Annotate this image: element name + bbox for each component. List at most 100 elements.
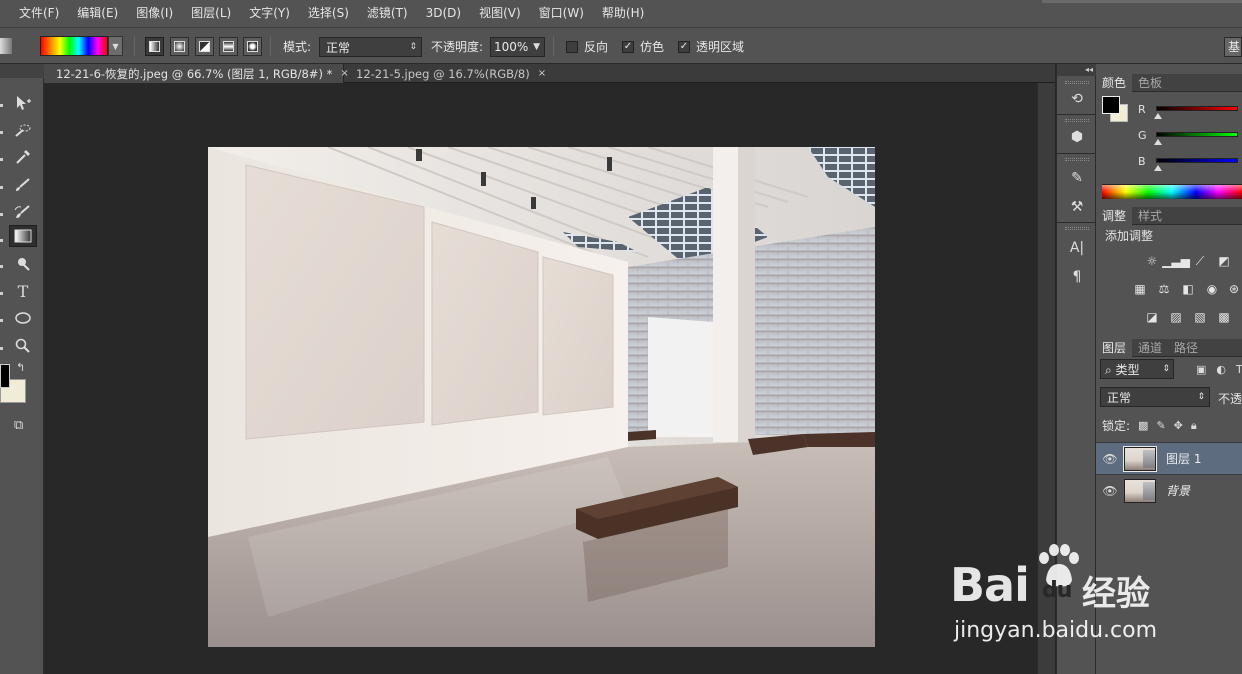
menu-item[interactable]: 3D(D) (417, 0, 470, 27)
levels-icon[interactable]: ▁▃▅ (1162, 253, 1190, 269)
canvas-area[interactable] (44, 83, 1055, 674)
channel-mixer-icon[interactable]: ⊛ (1226, 281, 1242, 297)
layer-filter-select[interactable]: ⌕ 类型 ⇕ (1100, 359, 1174, 379)
3d-cube-icon[interactable]: ⬢ (1065, 126, 1089, 148)
menu-item[interactable]: 图层(L) (182, 0, 240, 27)
panel-group-grip[interactable] (1065, 158, 1089, 161)
invert-icon[interactable]: ◪ (1144, 309, 1160, 325)
color-balance-icon[interactable]: ⚖ (1156, 281, 1172, 297)
chevron-down-icon[interactable]: ▼ (533, 42, 544, 52)
gradient-icon[interactable] (9, 225, 37, 247)
gradient-map-icon[interactable]: ▩ (1216, 309, 1232, 325)
eyedropper-icon[interactable] (9, 146, 37, 168)
black-white-icon[interactable]: ◧ (1180, 281, 1196, 297)
menu-item[interactable]: 视图(V) (470, 0, 530, 27)
tab-paths[interactable]: 路径 (1168, 339, 1204, 357)
layer-row[interactable]: 👁︎ 背景 (1096, 474, 1242, 506)
slider-track[interactable] (1156, 132, 1238, 137)
workspace-button[interactable]: 基 (1224, 37, 1242, 57)
lock-image-icon[interactable]: ✎ (1156, 419, 1165, 432)
slider-thumb[interactable] (1154, 113, 1162, 119)
ellipse-icon[interactable] (9, 307, 37, 329)
transparency-checkbox-row[interactable]: ✓ 透明区域 (678, 28, 744, 65)
menu-item[interactable]: 文件(F) (10, 0, 68, 27)
document-tab[interactable]: 12-21-5.jpeg @ 16.7%(RGB/8) × (344, 64, 554, 83)
vibrance-icon[interactable]: ▦ (1132, 281, 1148, 297)
curves-icon[interactable]: ⟋ (1192, 253, 1208, 269)
brush-presets-icon[interactable]: ✎ (1065, 167, 1089, 189)
layer-name[interactable]: 图层 1 (1166, 450, 1201, 467)
chevron-down-icon[interactable]: ▼ (108, 36, 123, 56)
type-icon[interactable]: T (9, 280, 37, 302)
zoom-icon[interactable] (9, 335, 37, 357)
tab-adjustments[interactable]: 调整 (1096, 207, 1133, 225)
paragraph-icon[interactable]: ¶ (1065, 266, 1089, 288)
document-canvas[interactable] (208, 147, 875, 647)
lock-transparent-icon[interactable]: ▩ (1138, 419, 1148, 432)
menu-item[interactable]: 编辑(E) (68, 0, 127, 27)
blend-mode-select[interactable]: 正常 ⇕ (1100, 387, 1210, 407)
menu-item[interactable]: 帮助(H) (593, 0, 653, 27)
menu-item[interactable]: 图像(I) (127, 0, 182, 27)
pixel-filter-icon[interactable]: ▣ (1196, 363, 1206, 376)
dodge-icon[interactable] (9, 253, 37, 275)
slider-thumb[interactable] (1154, 165, 1162, 171)
character-icon[interactable]: A| (1065, 237, 1089, 259)
angle-gradient-button[interactable] (195, 37, 214, 56)
collapse-arrows-icon[interactable]: ◂◂ (1057, 64, 1097, 76)
panel-group-grip[interactable] (1065, 119, 1089, 122)
tab-color[interactable]: 颜色 (1096, 74, 1133, 92)
foreground-color-swatch[interactable] (0, 364, 10, 388)
lock-all-icon[interactable]: 🔒︎ (1191, 419, 1197, 433)
tab-swatches[interactable]: 色板 (1132, 74, 1168, 92)
color-spectrum[interactable] (1102, 184, 1242, 199)
red-slider[interactable]: R (1138, 102, 1238, 119)
dither-checkbox[interactable]: ✓ (622, 40, 634, 53)
document-tab-active[interactable]: 12-21-6-恢复的.jpeg @ 66.7% (图层 1, RGB/8#) … (44, 64, 349, 83)
slider-thumb[interactable] (1154, 139, 1162, 145)
menu-item[interactable]: 文字(Y) (240, 0, 299, 27)
menu-item[interactable]: 窗口(W) (530, 0, 593, 27)
radial-gradient-button[interactable] (170, 37, 189, 56)
menu-item[interactable]: 选择(S) (299, 0, 358, 27)
brightness-icon[interactable]: ☼ (1144, 253, 1160, 269)
quick-mask-icon[interactable]: ⧉ (14, 418, 34, 433)
dither-checkbox-row[interactable]: ✓ 仿色 (622, 28, 664, 65)
gradient-picker[interactable]: ▼ (40, 36, 123, 56)
panel-group-grip[interactable] (1065, 227, 1089, 230)
linear-gradient-button[interactable] (145, 37, 164, 56)
brush-icon[interactable] (9, 174, 37, 196)
gradient-swatch[interactable] (40, 36, 108, 56)
diamond-gradient-button[interactable] (243, 37, 262, 56)
history-icon[interactable]: ⟲ (1065, 88, 1089, 110)
type-filter-icon[interactable]: T (1236, 363, 1242, 376)
eye-icon[interactable]: 👁︎ (1096, 452, 1124, 466)
toolbar-grip[interactable] (0, 64, 44, 78)
foreground-color-swatch[interactable] (1102, 96, 1120, 114)
tool-presets-icon[interactable]: ⚒ (1065, 196, 1089, 218)
panel-group-grip[interactable] (1065, 81, 1089, 84)
tab-channels[interactable]: 通道 (1132, 339, 1168, 357)
tool-preset-picker[interactable] (0, 38, 12, 54)
green-slider[interactable]: G (1138, 128, 1238, 145)
layer-row[interactable]: 👁︎ 图层 1 (1096, 442, 1242, 474)
opacity-input[interactable]: 100% ▼ (490, 37, 545, 57)
reverse-checkbox-row[interactable]: 反向 (566, 28, 608, 65)
blue-slider[interactable]: B (1138, 154, 1238, 171)
swap-colors-icon[interactable]: ↰ (16, 361, 25, 374)
menu-item[interactable]: 滤镜(T) (358, 0, 417, 27)
reflected-gradient-button[interactable] (219, 37, 238, 56)
history-brush-icon[interactable] (9, 201, 37, 223)
mode-select[interactable]: 正常 ⇕ (319, 37, 422, 57)
transparency-checkbox[interactable]: ✓ (678, 40, 690, 53)
eye-icon[interactable]: 👁︎ (1096, 484, 1124, 498)
slider-track[interactable] (1156, 158, 1238, 163)
exposure-icon[interactable]: ◩ (1216, 253, 1232, 269)
adjustment-filter-icon[interactable]: ◐ (1216, 363, 1226, 376)
lock-position-icon[interactable]: ✥ (1174, 419, 1183, 432)
slider-track[interactable] (1156, 106, 1238, 111)
quick-select-icon[interactable] (9, 119, 37, 141)
threshold-icon[interactable]: ▧ (1192, 309, 1208, 325)
move-tool-icon[interactable] (9, 92, 37, 114)
close-icon[interactable]: × (538, 68, 546, 79)
